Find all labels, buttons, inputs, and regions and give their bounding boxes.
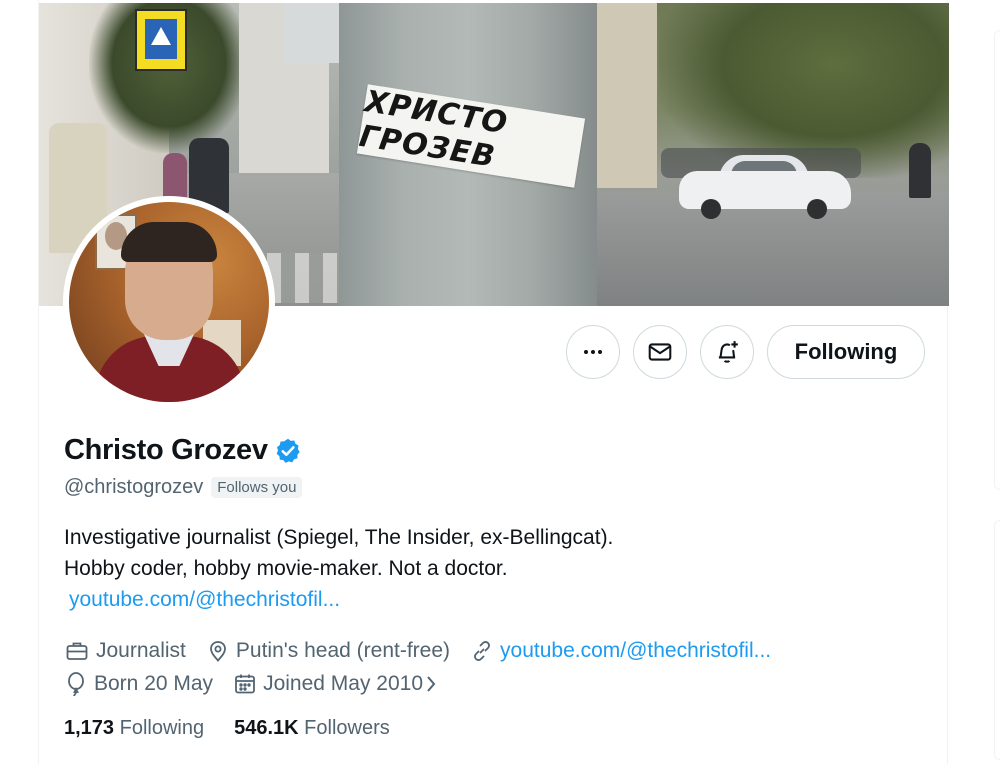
display-name: Christo Grozev [64, 434, 268, 466]
follow-stats: 1,173 Following 546.1K Followers [64, 717, 390, 740]
following-count: 1,173 [64, 717, 115, 739]
avatar-photo [69, 202, 269, 402]
meta-line: Born 20 May Joined May 2010 [64, 667, 791, 700]
bio: Investigative journalist (Spiegel, The I… [64, 522, 613, 615]
more-button[interactable] [566, 325, 620, 379]
location-item: Putin's head (rent-free) [206, 639, 450, 663]
follows-you-badge: Follows you [211, 477, 303, 498]
profession-item: Journalist [64, 639, 186, 663]
followers-label: Followers [304, 717, 390, 739]
following-stat[interactable]: 1,173 Following [64, 717, 204, 740]
profile-column: ХРИСТО ГРОЗЕВ Following Christo Grozev @… [38, 0, 949, 764]
following-button[interactable]: Following [767, 325, 925, 379]
link-icon [474, 640, 490, 661]
message-button[interactable] [633, 325, 687, 379]
banner-car [679, 153, 851, 219]
more-icon [584, 350, 602, 354]
following-label: Following [119, 717, 205, 739]
website-item[interactable]: youtube.com/@thechristofil... [470, 639, 771, 663]
name-row: Christo Grozev [64, 434, 302, 467]
followers-count: 546.1K [234, 717, 299, 739]
calendar-icon [235, 674, 255, 693]
birthday-text: Born 20 May [94, 671, 214, 695]
bell-plus-icon [718, 341, 738, 363]
bio-link[interactable]: youtube.com/@thechristofil... [69, 584, 613, 615]
location-pin-icon [209, 640, 226, 662]
website-link[interactable]: youtube.com/@thechristofil... [500, 639, 771, 663]
joined-text: Joined May 2010 [263, 671, 424, 695]
bio-line: Investigative journalist (Spiegel, The I… [64, 526, 614, 549]
birthday-item: Born 20 May [64, 671, 213, 697]
bio-line: Hobby coder, hobby movie-maker. Not a do… [64, 557, 508, 580]
user-handle: @christogrozev [64, 476, 204, 498]
balloon-icon [68, 671, 84, 696]
handle-row: @christogrozev Follows you [64, 476, 303, 499]
sidebar-card-edge [994, 520, 1000, 760]
banner-crosswalk-sign [135, 9, 187, 71]
banner-sky [284, 3, 344, 63]
envelope-icon [648, 343, 672, 361]
location-text: Putin's head (rent-free) [235, 638, 451, 662]
sidebar-card-edge [994, 30, 1000, 490]
chevron-right-icon [427, 675, 436, 692]
banner-pedestrian [163, 153, 187, 198]
profile-meta: Journalist Putin's head (rent-free) yout… [64, 634, 791, 700]
followers-stat[interactable]: 546.1K Followers [234, 717, 390, 740]
joined-item[interactable]: Joined May 2010 [233, 672, 445, 696]
avatar[interactable] [63, 196, 275, 408]
verified-badge-icon[interactable] [274, 437, 302, 465]
profession-text: Journalist [96, 638, 186, 662]
meta-line: Journalist Putin's head (rent-free) yout… [64, 634, 791, 667]
notifications-button[interactable] [700, 325, 754, 379]
banner-pedestrian [909, 143, 931, 198]
banner-building [597, 3, 657, 188]
briefcase-icon [66, 642, 88, 660]
profile-actions: Following [566, 325, 925, 379]
